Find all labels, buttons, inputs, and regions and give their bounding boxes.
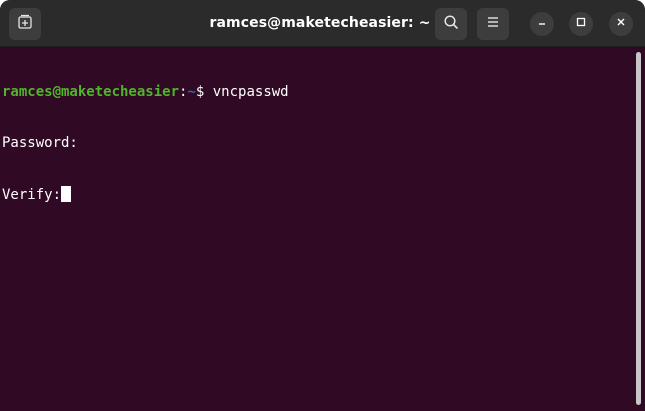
scrollbar-thumb[interactable] [636, 52, 641, 405]
maximize-button[interactable] [569, 12, 593, 36]
maximize-icon [575, 15, 587, 33]
close-button[interactable] [609, 12, 633, 36]
command-line: ramces@maketecheasier:~$ vncpasswd [2, 84, 627, 101]
output-line: Password: [2, 135, 627, 152]
command-text: vncpasswd [212, 84, 289, 100]
search-button[interactable] [435, 8, 467, 40]
prompt-user-host: ramces@maketecheasier [2, 84, 180, 100]
verify-prompt: Verify: [2, 187, 62, 203]
terminal-output[interactable]: ramces@maketecheasier:~$ vncpasswd Passw… [2, 50, 627, 405]
minimize-icon [536, 15, 548, 33]
output-line: Verify: [2, 186, 627, 203]
window-title: ramces@maketecheasier: ~ [209, 15, 431, 31]
terminal-window: ramces@maketecheasier: ~ ramces@maketech… [0, 0, 645, 411]
minimize-button[interactable] [530, 12, 554, 36]
title-bar: ramces@maketecheasier: ~ [0, 0, 645, 47]
prompt-path: ~ [187, 84, 196, 100]
password-prompt: Password: [2, 135, 78, 151]
close-icon [615, 15, 627, 33]
hamburger-menu-icon [485, 14, 501, 35]
prompt-symbol: $ [195, 84, 213, 100]
text-cursor [61, 186, 72, 202]
new-tab-button[interactable] [9, 8, 41, 40]
menu-button[interactable] [477, 8, 509, 40]
search-icon [443, 14, 459, 35]
new-tab-icon [17, 14, 33, 35]
